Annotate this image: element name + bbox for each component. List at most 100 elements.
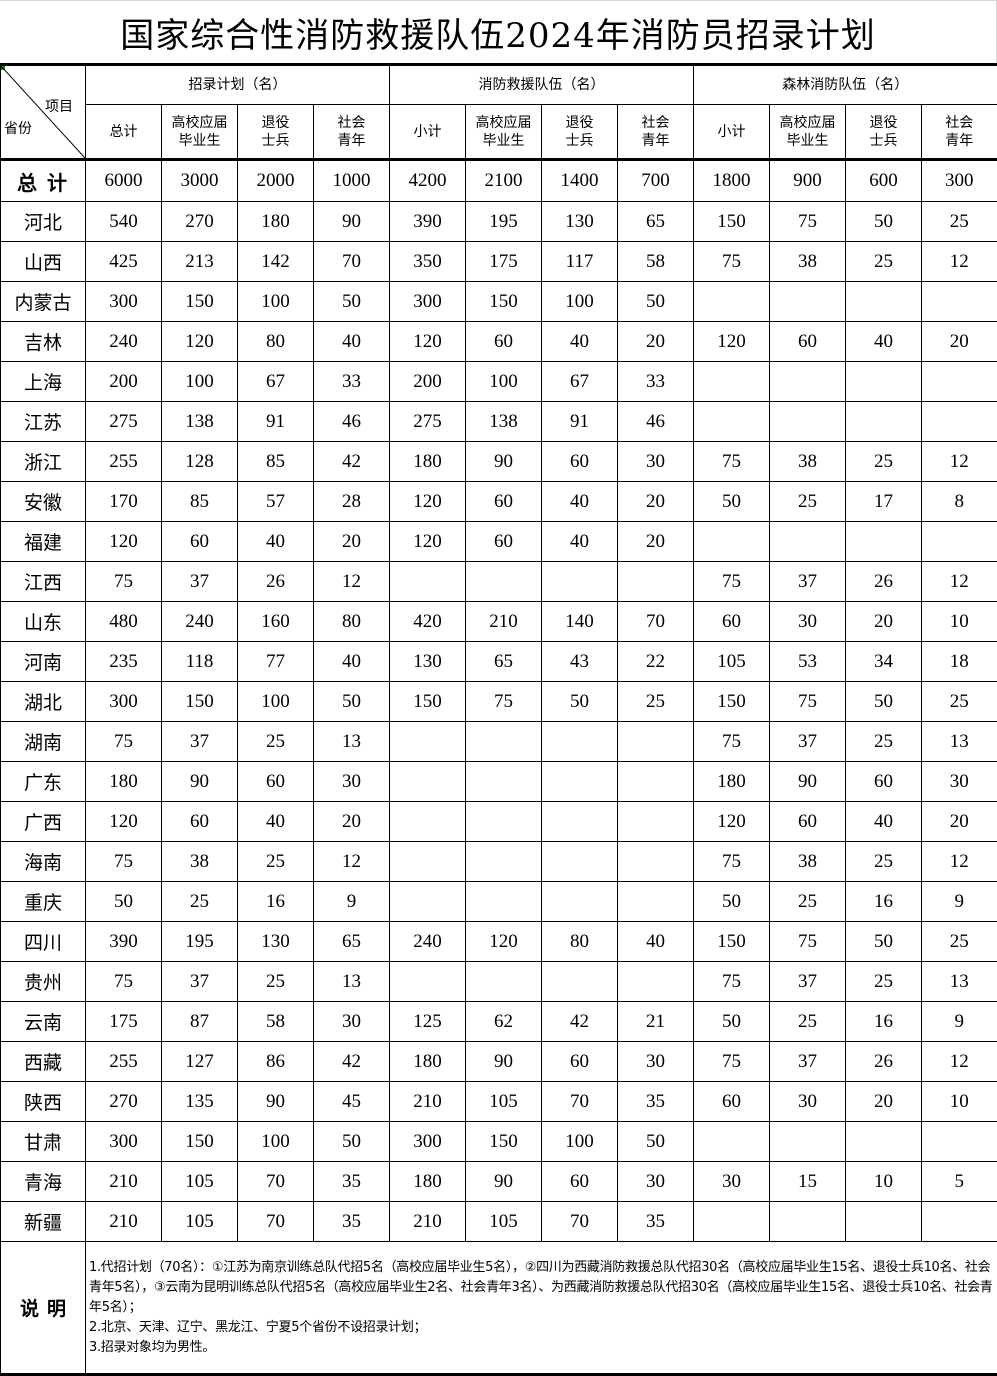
value-cell: 38 bbox=[769, 441, 846, 482]
table-row: 浙江 255 128 85 42 180 90 60 30 75 38 25 12 bbox=[0, 441, 997, 482]
value-cell: 8 bbox=[921, 481, 997, 522]
value-cell: 60 bbox=[465, 321, 542, 362]
value-cell: 40 bbox=[845, 801, 922, 842]
value-cell bbox=[769, 401, 846, 442]
subheader-cell: 社会 青年 bbox=[617, 104, 694, 160]
value-cell: 33 bbox=[313, 361, 390, 402]
value-cell bbox=[845, 1121, 922, 1162]
value-cell: 25 bbox=[921, 681, 997, 722]
value-cell: 90 bbox=[161, 761, 238, 802]
province-cell: 新疆 bbox=[0, 1201, 86, 1242]
value-cell: 105 bbox=[465, 1201, 542, 1242]
table-row: 内蒙古 300 150 100 50 300 150 100 50 bbox=[0, 281, 997, 322]
value-cell: 540 bbox=[85, 201, 162, 242]
value-cell: 25 bbox=[921, 201, 997, 242]
province-cell: 贵州 bbox=[0, 961, 86, 1002]
table-row: 安徽 170 85 57 28 120 60 40 20 50 25 17 8 bbox=[0, 481, 997, 522]
total-value-cell: 4200 bbox=[389, 158, 466, 202]
value-cell: 35 bbox=[313, 1161, 390, 1202]
value-cell bbox=[465, 881, 542, 922]
value-cell: 85 bbox=[237, 441, 314, 482]
subheader-cell: 社会 青年 bbox=[313, 104, 390, 160]
value-cell bbox=[541, 841, 618, 882]
province-cell: 上海 bbox=[0, 361, 86, 402]
table-row: 甘肃 300 150 100 50 300 150 100 50 bbox=[0, 1121, 997, 1162]
value-cell: 20 bbox=[845, 601, 922, 642]
header-subheader-row: 总计 高校应届 毕业生 退役 士兵 社会 青年 小计 高校应届 毕业生 退役 士兵 社会 青年… bbox=[1, 104, 997, 160]
value-cell: 235 bbox=[85, 641, 162, 682]
value-cell: 40 bbox=[541, 481, 618, 522]
value-cell bbox=[921, 521, 997, 562]
province-cell: 吉林 bbox=[0, 321, 86, 362]
value-cell: 75 bbox=[85, 841, 162, 882]
value-cell: 40 bbox=[313, 321, 390, 362]
value-cell: 37 bbox=[161, 961, 238, 1002]
province-cell: 湖南 bbox=[0, 721, 86, 762]
value-cell: 40 bbox=[237, 521, 314, 562]
value-cell: 210 bbox=[85, 1201, 162, 1242]
value-cell: 130 bbox=[389, 641, 466, 682]
province-cell: 四川 bbox=[0, 921, 86, 962]
table-row: 湖南 75 37 25 13 75 37 25 13 bbox=[0, 721, 997, 762]
table-row: 广西 120 60 40 20 120 60 40 20 bbox=[0, 801, 997, 842]
value-cell: 86 bbox=[237, 1041, 314, 1082]
value-cell: 75 bbox=[693, 841, 770, 882]
value-cell: 150 bbox=[389, 681, 466, 722]
value-cell: 12 bbox=[921, 561, 997, 602]
value-cell: 25 bbox=[237, 841, 314, 882]
value-cell: 25 bbox=[845, 841, 922, 882]
value-cell: 180 bbox=[389, 441, 466, 482]
table-row: 西藏 255 127 86 42 180 90 60 30 75 37 26 12 bbox=[0, 1041, 997, 1082]
value-cell: 13 bbox=[313, 721, 390, 762]
value-cell: 42 bbox=[313, 441, 390, 482]
value-cell bbox=[769, 1201, 846, 1242]
value-cell: 75 bbox=[85, 961, 162, 1002]
value-cell: 50 bbox=[693, 881, 770, 922]
value-cell: 100 bbox=[541, 281, 618, 322]
value-cell bbox=[921, 401, 997, 442]
value-cell bbox=[693, 1121, 770, 1162]
value-cell: 15 bbox=[769, 1161, 846, 1202]
value-cell: 100 bbox=[237, 681, 314, 722]
value-cell: 9 bbox=[921, 881, 997, 922]
value-cell: 35 bbox=[313, 1201, 390, 1242]
value-cell: 35 bbox=[617, 1081, 694, 1122]
value-cell: 37 bbox=[769, 1041, 846, 1082]
value-cell: 37 bbox=[161, 721, 238, 762]
value-cell: 67 bbox=[237, 361, 314, 402]
value-cell: 120 bbox=[85, 521, 162, 562]
table-row: 河南 235 118 77 40 130 65 43 22 105 53 34 18 bbox=[0, 641, 997, 682]
group-header-forest-fire: 森林消防队伍（名） bbox=[693, 63, 997, 105]
value-cell bbox=[769, 281, 846, 322]
value-cell bbox=[541, 801, 618, 842]
value-cell: 60 bbox=[769, 321, 846, 362]
value-cell: 91 bbox=[237, 401, 314, 442]
total-value-cell: 1800 bbox=[693, 158, 770, 202]
value-cell bbox=[845, 281, 922, 322]
province-cell: 福建 bbox=[0, 521, 86, 562]
value-cell: 25 bbox=[845, 241, 922, 282]
value-cell bbox=[845, 1201, 922, 1242]
value-cell bbox=[389, 721, 466, 762]
value-cell: 21 bbox=[617, 1001, 694, 1042]
table-row: 海南 75 38 25 12 75 38 25 12 bbox=[0, 841, 997, 882]
province-cell: 山东 bbox=[0, 601, 86, 642]
value-cell: 80 bbox=[313, 601, 390, 642]
value-cell: 138 bbox=[465, 401, 542, 442]
total-value-cell: 300 bbox=[921, 158, 997, 202]
table-row: 陕西 270 135 90 45 210 105 70 35 60 30 20 10 bbox=[0, 1081, 997, 1122]
value-cell: 180 bbox=[389, 1161, 466, 1202]
value-cell: 255 bbox=[85, 441, 162, 482]
table-row: 湖北 300 150 100 50 150 75 50 25 150 75 50 25 bbox=[0, 681, 997, 722]
province-cell: 广西 bbox=[0, 801, 86, 842]
value-cell: 75 bbox=[693, 1041, 770, 1082]
value-cell: 275 bbox=[85, 401, 162, 442]
value-cell bbox=[541, 761, 618, 802]
value-cell: 91 bbox=[541, 401, 618, 442]
value-cell bbox=[465, 841, 542, 882]
value-cell: 50 bbox=[313, 681, 390, 722]
value-cell: 240 bbox=[161, 601, 238, 642]
value-cell: 25 bbox=[237, 961, 314, 1002]
value-cell: 67 bbox=[541, 361, 618, 402]
value-cell: 30 bbox=[617, 441, 694, 482]
